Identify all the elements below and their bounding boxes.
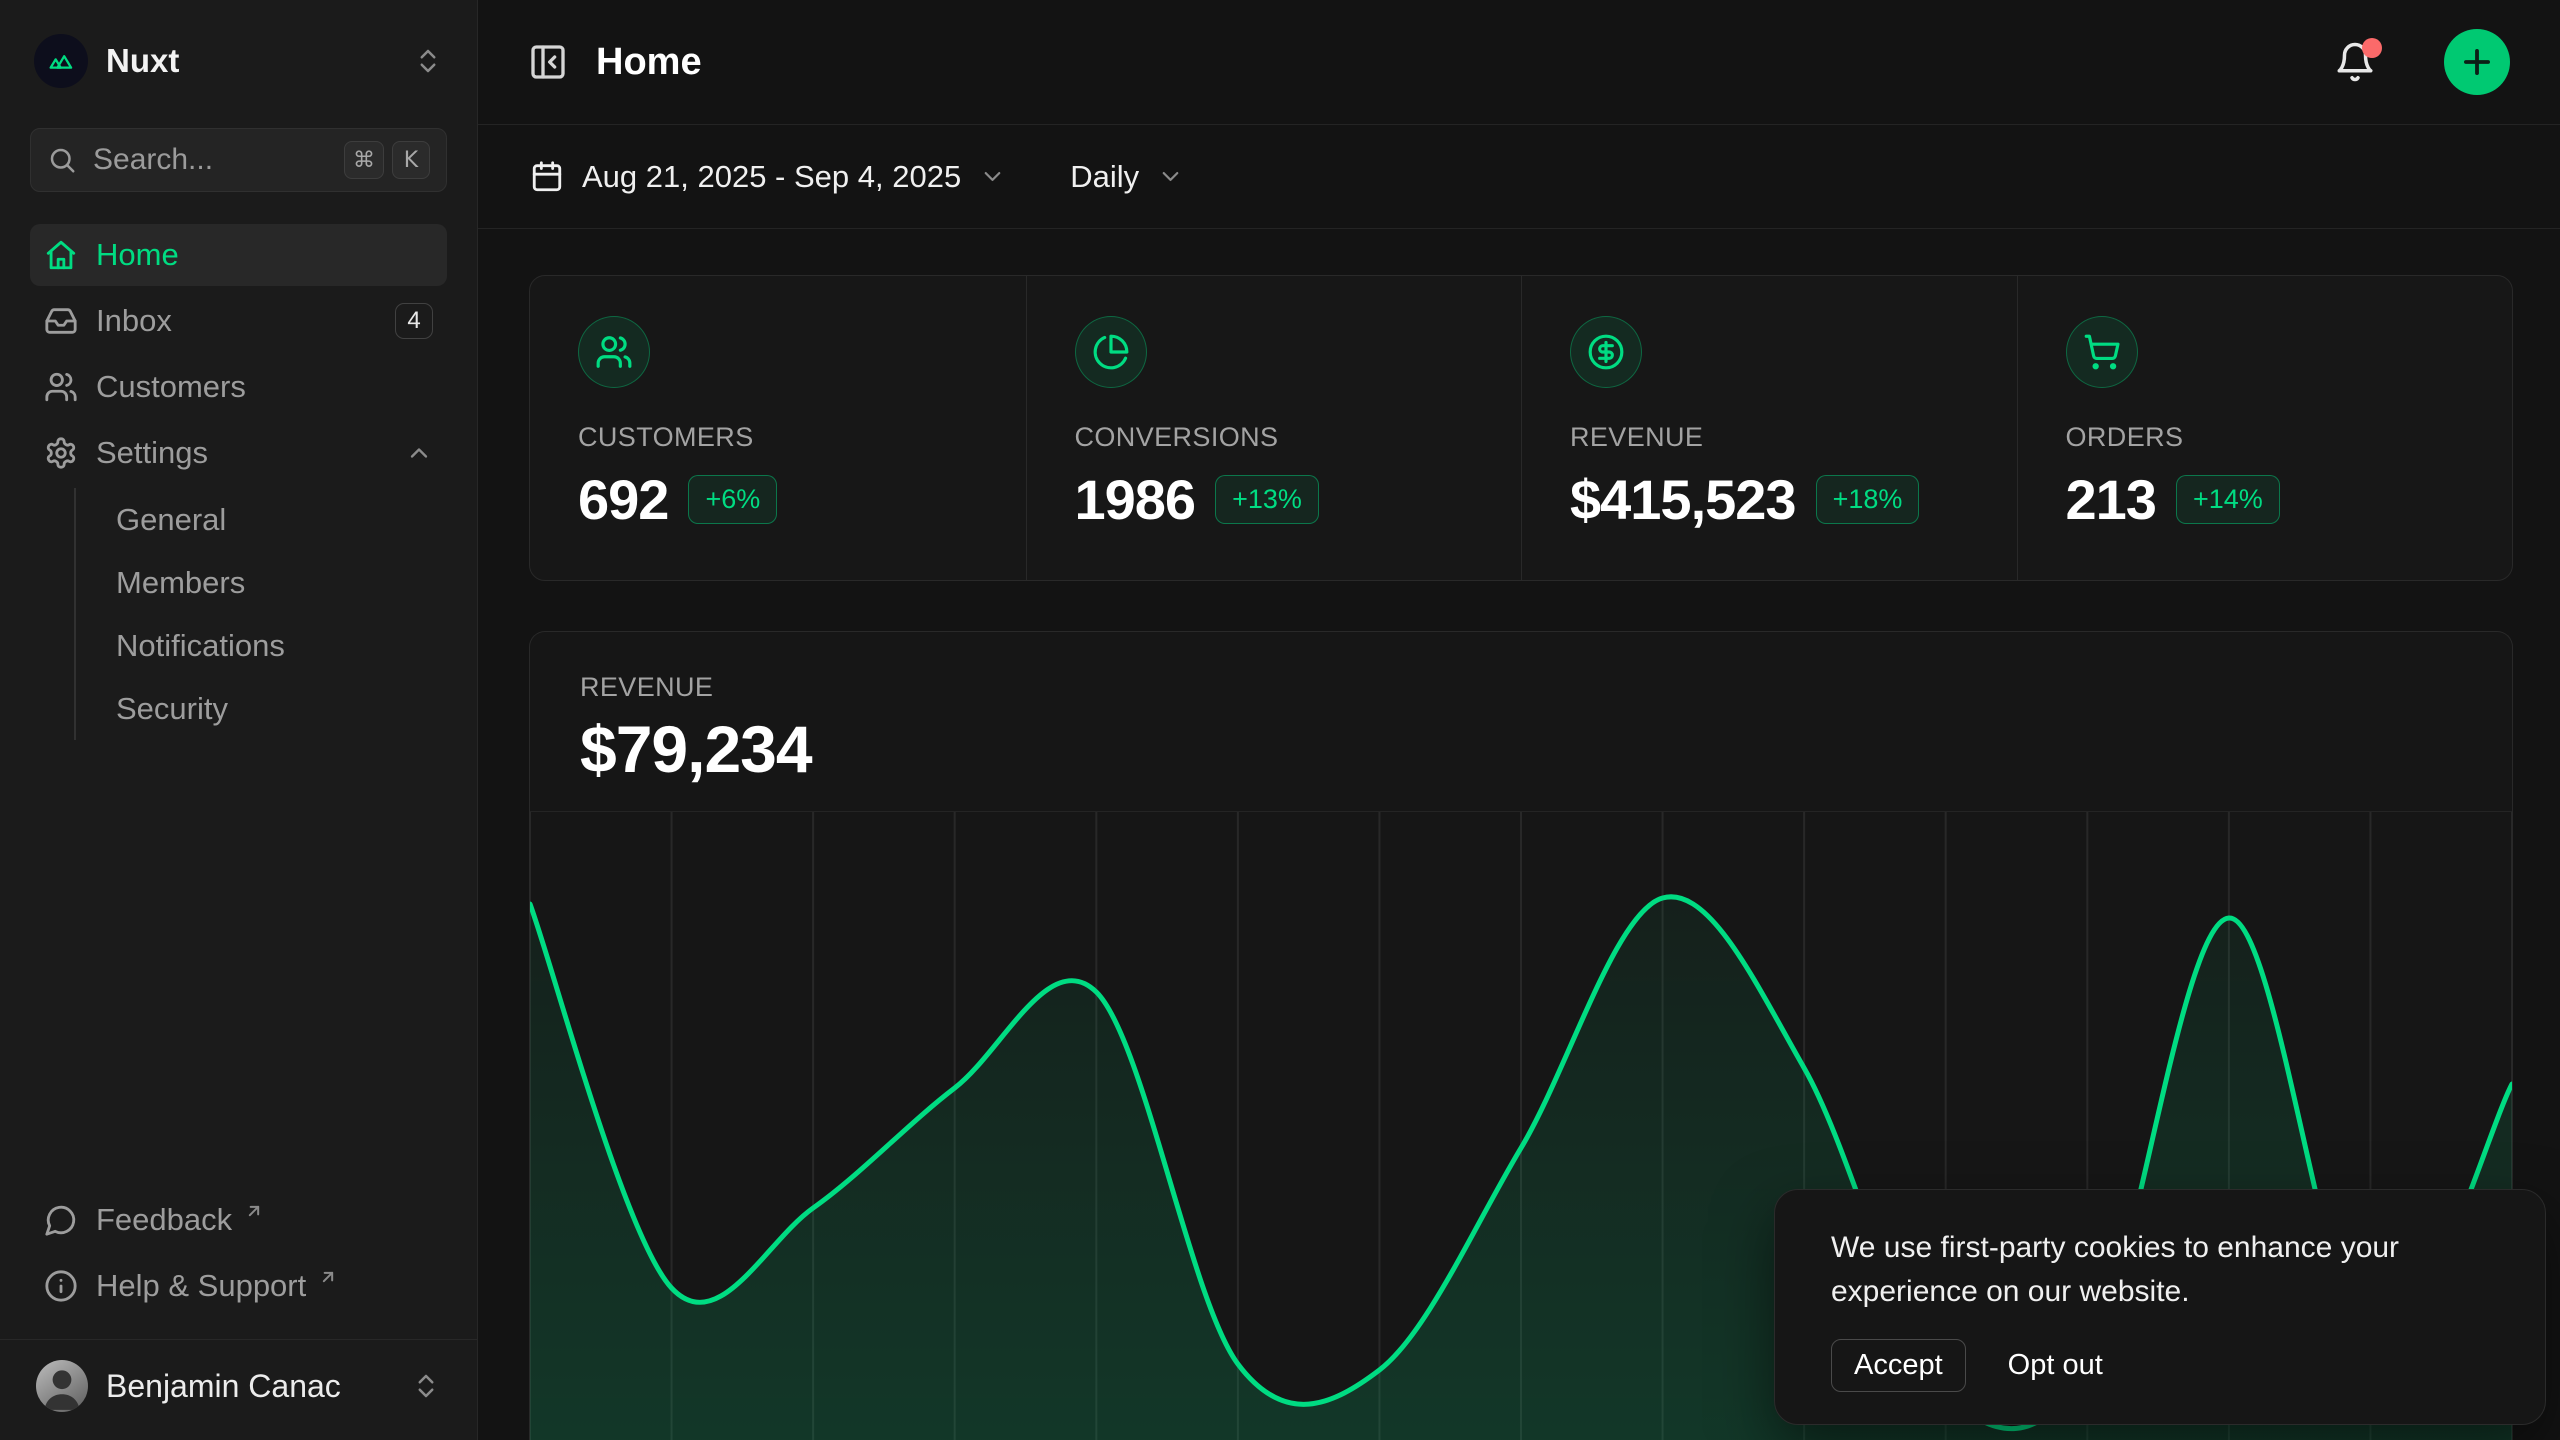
stat-card-revenue[interactable]: REVENUE $415,523 +18% [1521,276,2017,580]
notification-dot [2362,38,2382,58]
user-name: Benjamin Canac [106,1368,393,1405]
sidebar: Nuxt Search... ⌘K HomeInbox4CustomersSet… [0,0,478,1440]
arrow-up-right-icon [244,1201,264,1221]
stat-label: CONVERSIONS [1075,422,1474,453]
inbox-icon [44,304,78,338]
stat-value: 213 [2066,467,2156,532]
chart-label: REVENUE [580,672,2462,703]
shopping-cart-icon [2083,333,2121,371]
toolbar: Aug 21, 2025 - Sep 4, 2025 Daily [478,125,2560,229]
revenue-chart-header: REVENUE $79,234 [530,632,2512,812]
stat-delta-badge: +18% [1816,475,1920,524]
sidebar-item-feedback[interactable]: Feedback [30,1189,447,1251]
stat-card-orders[interactable]: ORDERS 213 +14% [2017,276,2513,580]
chevron-down-icon [979,163,1006,190]
stat-value: 1986 [1075,467,1196,532]
workspace-switcher[interactable]: Nuxt [30,34,447,88]
calendar-icon [530,160,564,194]
chevron-up-icon [405,439,433,467]
stat-label: ORDERS [2066,422,2465,453]
date-range-picker[interactable]: Aug 21, 2025 - Sep 4, 2025 [530,159,1006,195]
users-icon [44,370,78,404]
users-icon [595,333,633,371]
stat-icon-circle [2066,316,2138,388]
search-input[interactable]: Search... ⌘K [30,128,447,192]
home-icon [44,238,78,272]
notifications-button[interactable] [2334,41,2376,83]
chevron-down-icon [1157,163,1184,190]
person-silhouette-icon [37,1362,87,1412]
circle-dollar-icon [1587,333,1625,371]
sidebar-item-settings[interactable]: Settings [30,422,447,484]
chart-value: $79,234 [580,713,2462,785]
sidebar-primary-nav: HomeInbox4CustomersSettingsGeneralMember… [30,224,447,748]
search-shortcut: ⌘K [344,141,430,179]
user-menu[interactable]: Benjamin Canac [30,1356,447,1414]
pie-chart-icon [1092,333,1130,371]
sidebar-item-customers[interactable]: Customers [30,356,447,418]
search-icon [47,145,77,175]
date-range-label: Aug 21, 2025 - Sep 4, 2025 [582,159,961,195]
user-avatar [36,1360,88,1412]
stat-label: REVENUE [1570,422,1969,453]
settings-icon [44,436,78,470]
sidebar-item-inbox[interactable]: Inbox4 [30,290,447,352]
sidebar-divider [0,1339,477,1340]
sidebar-item-home[interactable]: Home [30,224,447,286]
sidebar-subitem-security[interactable]: Security [102,677,447,740]
create-button[interactable] [2444,29,2510,95]
search-icon [47,145,77,175]
granularity-select[interactable]: Daily [1070,159,1184,195]
chevron-down-icon [979,163,1006,190]
cookie-message: We use first-party cookies to enhance yo… [1831,1226,2481,1313]
sidebar-spacer [30,748,447,1189]
stat-icon-circle [1075,316,1147,388]
sidebar-collapse-button[interactable] [528,42,568,82]
sidebar-subitem-notifications[interactable]: Notifications [102,614,447,677]
nuxt-logo-icon [34,34,88,88]
granularity-label: Daily [1070,159,1139,195]
calendar-icon [530,160,564,194]
sidebar-subitem-general[interactable]: General [102,488,447,551]
nuxt-logo-icon [45,45,77,77]
stat-card-conversions[interactable]: CONVERSIONS 1986 +13% [1026,276,1522,580]
plus-icon [2458,43,2496,81]
panel-left-close-icon [528,42,568,82]
stat-label: CUSTOMERS [578,422,978,453]
cookie-actions: Accept Opt out [1831,1339,2489,1392]
arrow-up-right-icon [318,1267,338,1287]
cookie-banner: We use first-party cookies to enhance yo… [1774,1189,2546,1425]
stat-value: $415,523 [1570,467,1796,532]
app-root: Nuxt Search... ⌘K HomeInbox4CustomersSet… [0,0,2560,1440]
message-circle-icon [44,1203,78,1237]
stat-card-customers[interactable]: CUSTOMERS 692 +6% [530,276,1026,580]
stat-value: 692 [578,467,668,532]
chevron-down-icon [1157,163,1184,190]
workspace-expand-icon [413,46,443,76]
stat-icon-circle [578,316,650,388]
plus-icon [2458,43,2496,81]
inbox-count-badge: 4 [395,303,433,339]
stats-card-group: CUSTOMERS 692 +6% CONVERSIONS 1986 +13% REVENU… [529,275,2513,581]
main-header: Home [478,0,2560,125]
opt-out-button[interactable]: Opt out [2008,1349,2103,1382]
kbd-key: K [392,141,430,179]
info-icon [44,1269,78,1303]
user-menu-expand-icon [411,1371,441,1401]
sidebar-subitem-members[interactable]: Members [102,551,447,614]
kbd-key: ⌘ [344,141,384,179]
stat-icon-circle [1570,316,1642,388]
stat-delta-badge: +13% [1215,475,1319,524]
stat-delta-badge: +6% [688,475,777,524]
chevrons-up-down-icon [413,46,443,76]
page-title: Home [596,41,2306,84]
chevrons-up-down-icon [411,1371,441,1401]
workspace-name: Nuxt [106,42,395,80]
accept-button[interactable]: Accept [1831,1339,1966,1392]
search-placeholder: Search... [93,143,328,177]
sidebar-subnav-settings: GeneralMembersNotificationsSecurity [74,488,447,740]
sidebar-secondary-nav: FeedbackHelp & Support [30,1189,447,1321]
stat-delta-badge: +14% [2176,475,2280,524]
sidebar-item-help-support[interactable]: Help & Support [30,1255,447,1317]
